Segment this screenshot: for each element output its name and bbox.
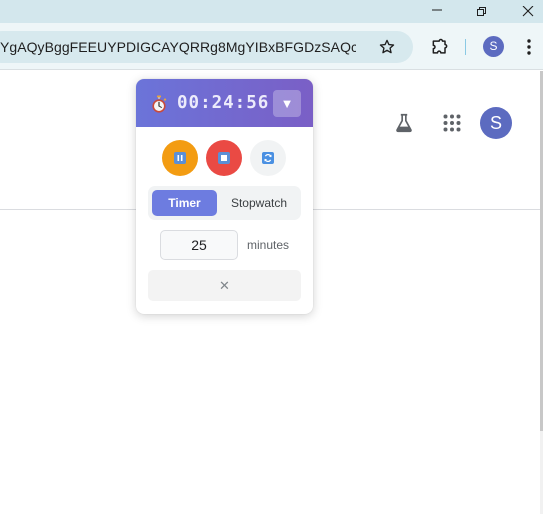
bookmark-star-button[interactable] [377, 37, 397, 57]
pause-icon [174, 152, 186, 164]
collapse-button[interactable]: ▼ [273, 90, 301, 117]
apps-grid-icon [443, 114, 461, 132]
browser-toolbar: YgAQyBggFEEUYPDIGCAYQRRg8MgYIBxBFGDzSAQc… [0, 23, 543, 70]
timer-time-display: 00:24:56 [177, 93, 270, 113]
labs-button[interactable] [390, 109, 418, 137]
close-icon [522, 5, 534, 16]
labs-flask-icon [396, 113, 412, 133]
stopwatch-icon [152, 95, 167, 113]
stop-icon [218, 152, 230, 164]
window-titlebar [0, 0, 543, 23]
reset-icon [262, 152, 274, 164]
minimize-button[interactable] [414, 0, 460, 23]
browser-profile-avatar[interactable]: S [483, 36, 504, 57]
timer-header: 00:24:56 ▼ [136, 79, 313, 127]
reset-button[interactable] [250, 140, 286, 176]
menu-icon [527, 39, 531, 55]
browser-menu-button[interactable] [517, 35, 541, 59]
restore-button[interactable] [459, 0, 505, 23]
close-window-button[interactable] [505, 0, 543, 23]
extensions-icon [432, 38, 448, 54]
stop-button[interactable] [206, 140, 242, 176]
account-avatar[interactable]: S [480, 107, 512, 139]
address-bar-url[interactable]: YgAQyBggFEEUYPDIGCAYQRRg8MgYIBxBFGDzSAQc… [0, 31, 356, 63]
pause-button[interactable] [162, 140, 198, 176]
address-bar[interactable]: YgAQyBggFEEUYPDIGCAYQRRg8MgYIBxBFGDzSAQc… [0, 31, 413, 63]
toolbar-divider [465, 39, 466, 55]
star-icon [379, 39, 395, 54]
restore-icon [477, 6, 486, 16]
close-icon: ✕ [219, 278, 230, 293]
minutes-input[interactable] [160, 230, 238, 260]
apps-grid-button[interactable] [438, 109, 466, 137]
close-popup-button[interactable]: ✕ [148, 270, 301, 301]
minimize-icon [432, 9, 442, 10]
mode-toggle: Timer Stopwatch [148, 186, 301, 220]
chevron-down-icon: ▼ [280, 96, 294, 111]
minutes-label: minutes [247, 238, 290, 252]
timer-popup: 00:24:56 ▼ Timer Stopwatch 25 minutes ✕ [136, 79, 313, 314]
extensions-button[interactable] [428, 35, 452, 59]
tab-stopwatch[interactable]: Stopwatch [220, 190, 298, 216]
tab-timer[interactable]: Timer [152, 190, 217, 216]
